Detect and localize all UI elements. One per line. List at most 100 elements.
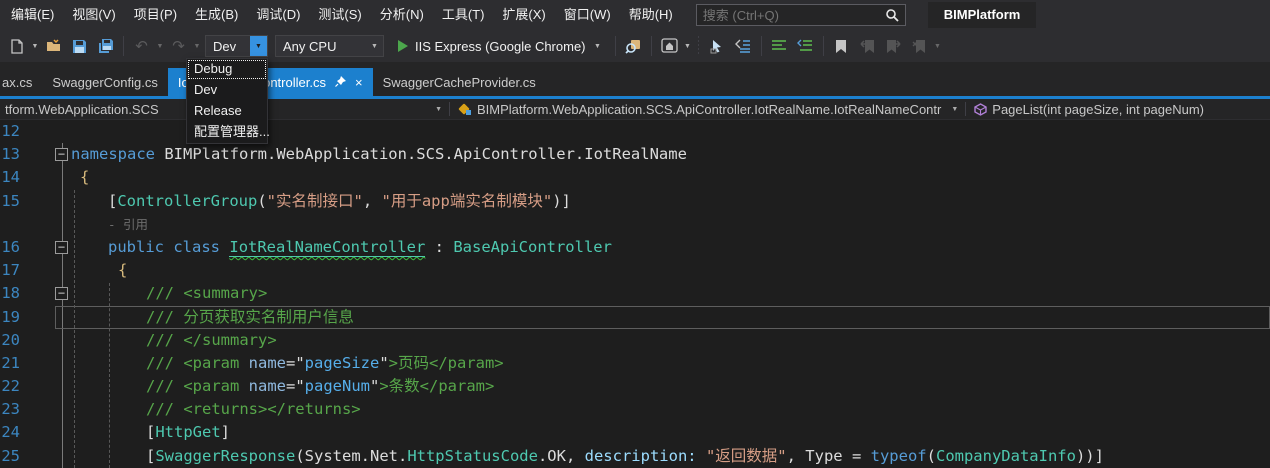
new-file-icon[interactable]: [4, 34, 29, 58]
outlining-margin: −: [55, 282, 71, 306]
code-line-16[interactable]: 16 − public class IotRealNameController : …: [0, 235, 1270, 260]
code-line-24[interactable]: 24 [HttpGet]: [0, 421, 1270, 445]
previous-bookmark-icon[interactable]: [855, 34, 880, 58]
code-token: namespace: [71, 145, 155, 164]
dropdown-item[interactable]: Release: [187, 101, 267, 122]
code-line-17[interactable]: 17 {: [0, 259, 1270, 283]
breadcrumb-segment[interactable]: PageList(int pageSize, int pageNum): [968, 99, 1209, 119]
tab-ax.cs[interactable]: ax.cs: [0, 68, 42, 96]
collapse-box[interactable]: −: [55, 287, 68, 301]
code-editor[interactable]: 12 13− namespace BIMPlatform.WebApplicatio…: [0, 120, 1270, 468]
menu-item[interactable]: 测试(S): [309, 0, 370, 30]
dropdown-item[interactable]: Dev: [187, 80, 267, 101]
bookmarks-caret[interactable]: ▼: [933, 43, 943, 50]
method-icon: [974, 102, 987, 116]
outlining-margin: [55, 444, 71, 468]
toolbar-separator: [614, 36, 616, 56]
solution-platforms-combo[interactable]: Any CPU ▼: [275, 35, 384, 57]
code-text: {: [71, 166, 89, 189]
save-icon[interactable]: [67, 34, 92, 58]
clear-bookmarks-icon[interactable]: [907, 34, 932, 58]
menu-item[interactable]: 编辑(E): [2, 0, 63, 30]
code-line-21[interactable]: 21 /// <param name="pageSize">页码</param>: [0, 351, 1270, 376]
undo-icon[interactable]: ↶: [129, 34, 154, 58]
menu-item[interactable]: 帮助(H): [620, 0, 682, 30]
save-all-icon[interactable]: [93, 34, 118, 58]
outlining-line: [62, 351, 63, 376]
line-number: 16: [1, 237, 20, 256]
chevron-down-icon[interactable]: ▼: [250, 36, 267, 56]
codelens-references[interactable]: - 引用: [71, 213, 148, 236]
code-line-20[interactable]: 20 /// </summary>: [0, 328, 1270, 352]
line-number: 19: [1, 307, 20, 326]
start-debugging-caret[interactable]: ▼: [593, 43, 603, 50]
open-file-icon[interactable]: [41, 34, 66, 58]
menu-item[interactable]: 窗口(W): [555, 0, 620, 30]
chevron-down-icon[interactable]: ▼: [366, 36, 383, 56]
outlining-line: [62, 166, 63, 190]
quick-search-box[interactable]: [695, 4, 906, 26]
code-text: /// </summary>: [71, 329, 277, 352]
new-file-caret[interactable]: ▼: [30, 43, 40, 50]
line-number: 13: [1, 145, 20, 164]
comment-icon[interactable]: [767, 34, 792, 58]
next-bookmark-icon[interactable]: [881, 34, 906, 58]
code-line-13[interactable]: 13 − namespace BIMPlatform.WebApplication.…: [0, 143, 1270, 167]
menu-item[interactable]: 视图(V): [63, 0, 124, 30]
toolbar-separator: [822, 36, 824, 56]
bookmark-icon[interactable]: [829, 34, 854, 58]
code-text: /// <returns></returns>: [71, 398, 361, 421]
pointer-icon[interactable]: [705, 34, 730, 58]
undo-caret[interactable]: ▼: [155, 43, 165, 50]
code-token: (System.Net.: [295, 446, 408, 465]
browser-home-caret[interactable]: ▼: [683, 43, 693, 50]
code-line-15[interactable]: 15 [ControllerGroup("实名制接口", "用于app端实名制模块…: [0, 189, 1270, 213]
code-token: ": [369, 377, 380, 396]
solution-configurations-combo[interactable]: Dev ▼: [205, 35, 268, 57]
codelens-line[interactable]: - 引用: [0, 212, 1270, 236]
pin-icon[interactable]: [335, 75, 346, 87]
chevron-down-icon[interactable]: ▼: [946, 106, 963, 113]
tab-SwaggerConfig.cs[interactable]: SwaggerConfig.cs: [42, 68, 168, 96]
browser-home-icon[interactable]: [657, 34, 682, 58]
menu-item[interactable]: 项目(P): [125, 0, 186, 30]
chevron-down-icon[interactable]: ▼: [430, 106, 447, 113]
code-line-23[interactable]: 23 /// <returns></returns>: [0, 398, 1270, 422]
line-number: 20: [1, 330, 20, 349]
attach-to-process-icon[interactable]: [621, 34, 646, 58]
uncomment-icon[interactable]: [793, 34, 818, 58]
redo-icon[interactable]: ↷: [166, 34, 191, 58]
outlining-margin: [55, 166, 71, 190]
code-token: name: [248, 377, 286, 396]
dropdown-item[interactable]: 配置管理器...: [187, 122, 270, 143]
glyph-margin: [22, 259, 55, 282]
menu-item[interactable]: 分析(N): [371, 0, 433, 30]
pin-icon-wrap[interactable]: [335, 75, 346, 90]
redo-caret[interactable]: ▼: [192, 43, 202, 50]
toolbar-separator: [696, 36, 701, 56]
search-input[interactable]: [702, 7, 885, 23]
outlining-line: [62, 421, 63, 445]
collapse-box[interactable]: −: [55, 148, 68, 162]
dropdown-item[interactable]: Debug: [187, 59, 267, 80]
breadcrumb-segment[interactable]: BIMPlatform.WebApplication.SCS.ApiContro…: [452, 99, 963, 119]
code-text: /// <summary>: [71, 282, 267, 305]
code-line-25[interactable]: 25 [SwaggerResponse(System.Net.HttpStatus…: [0, 444, 1270, 468]
glyph-margin: [22, 352, 55, 375]
code-line-19[interactable]: 19 /// 分页获取实名制用户信息: [0, 305, 1270, 329]
menu-item[interactable]: 工具(T): [433, 0, 494, 30]
tab-SwaggerCacheProvider.cs[interactable]: SwaggerCacheProvider.cs: [373, 68, 546, 96]
code-line-18[interactable]: 18 − /// <summary>: [0, 282, 1270, 306]
menu-item[interactable]: 调试(D): [247, 0, 309, 30]
code-line-14[interactable]: 14 {: [0, 166, 1270, 190]
start-debugging-button[interactable]: IIS Express (Google Chrome) ▼: [391, 39, 610, 54]
menu-item[interactable]: 生成(B): [186, 0, 247, 30]
class-name-token: IotRealNameController: [229, 237, 426, 257]
code-token: {: [118, 261, 128, 280]
close-icon[interactable]: ×: [355, 76, 363, 89]
collapse-box[interactable]: −: [55, 240, 68, 254]
document-outline-icon[interactable]: [731, 34, 756, 58]
menu-item[interactable]: 扩展(X): [493, 0, 554, 30]
code-line-22[interactable]: 22 /// <param name="pageNum">条数</param>: [0, 375, 1270, 399]
